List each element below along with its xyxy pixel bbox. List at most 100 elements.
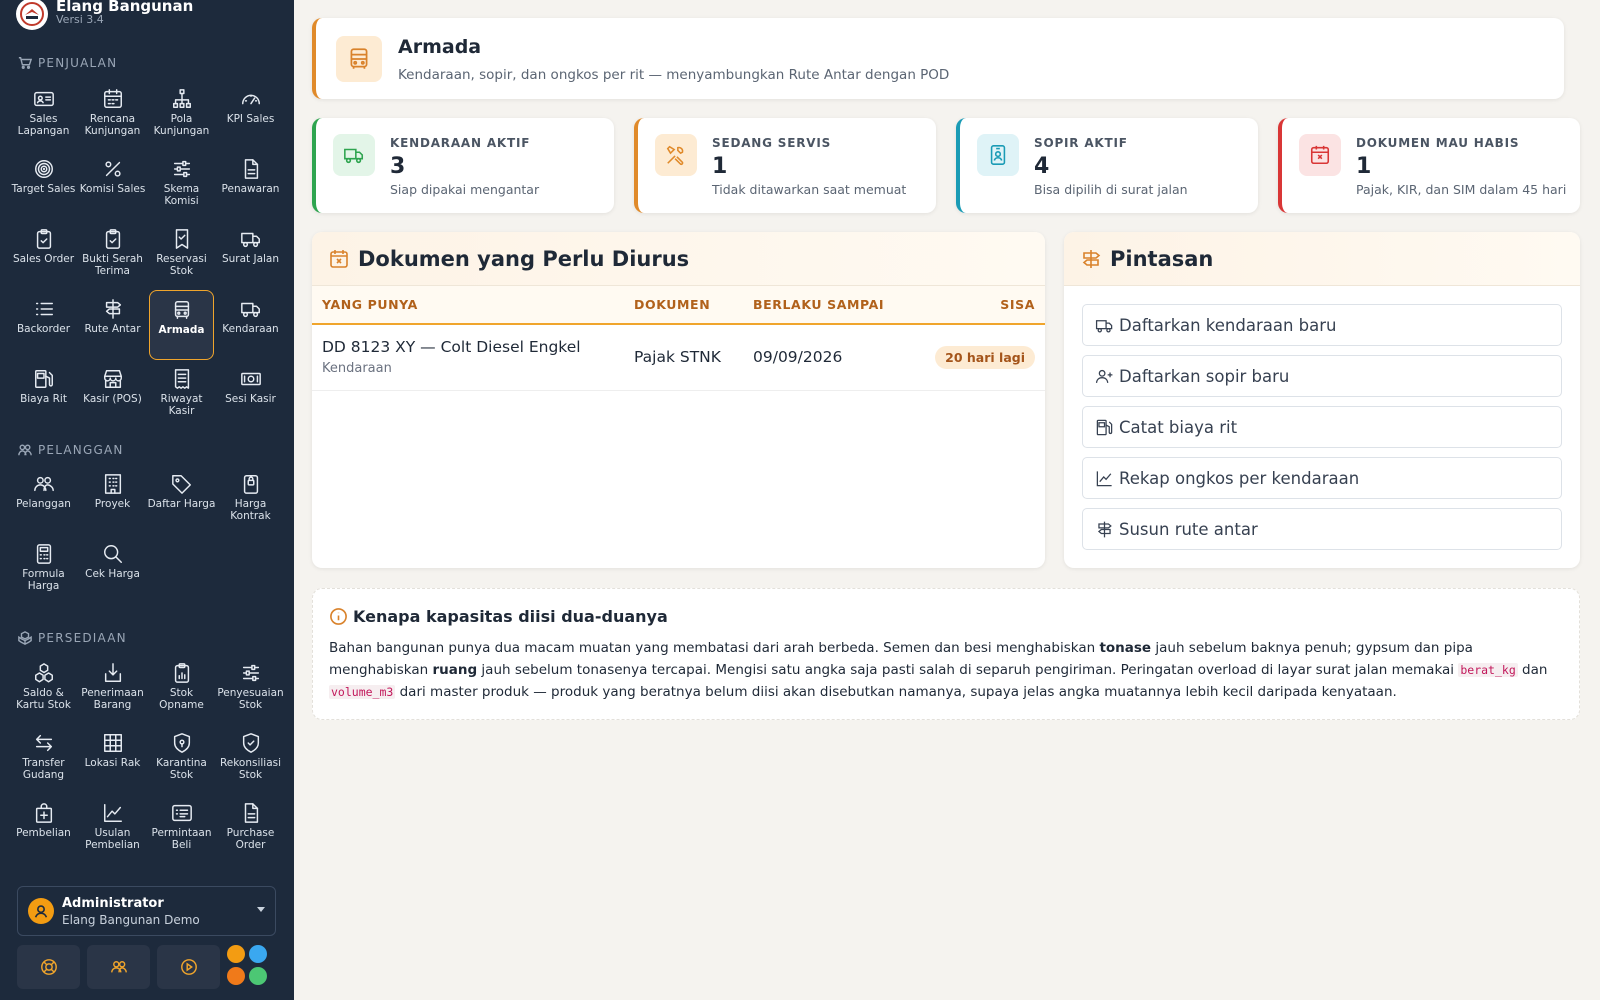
section-title-penjualan: PENJUALAN [18,56,117,70]
document-icon [244,803,258,823]
sidebar-item-penawaran[interactable]: Penawaran [216,150,285,220]
sidebar-item-kasir-pos[interactable]: Kasir (POS) [78,360,147,430]
sidebar-item-label: Sesi Kasir [225,393,276,405]
truck-icon [240,232,260,248]
sidebar-item-skema-komisi[interactable]: Skema Komisi [147,150,216,220]
sidebar-item-sales-lapangan[interactable]: Sales Lapangan [9,80,78,150]
clipboard-check-icon [105,229,120,249]
theme-color-picker[interactable] [227,945,271,989]
sidebar-item-surat-jalan[interactable]: Surat Jalan [216,220,285,290]
sidebar-item-saldo-kartu-stok[interactable]: Saldo & Kartu Stok [9,654,78,724]
sidebar-item-purchase-order[interactable]: Purchase Order [216,794,285,864]
nav-grid-penjualan: Sales Lapangan Rencana Kunjungan Pola Kunj… [9,80,285,430]
sidebar-item-kpi-sales[interactable]: KPI Sales [216,80,285,150]
sidebar-item-proyek[interactable]: Proyek [78,465,147,535]
color-dot [227,945,245,963]
sidebar-item-penyesuaian-stok[interactable]: Penyesuaian Stok [216,654,285,724]
sidebar-item-label: Pembelian [16,827,71,839]
stat-value: 3 [390,154,406,179]
arrows-exchange-icon [35,734,52,752]
sidebar-item-sales-order[interactable]: Sales Order [9,220,78,290]
sidebar-item-rekonsiliasi-stok[interactable]: Rekonsiliasi Stok [216,724,285,794]
sidebar-item-armada[interactable]: Armada [149,290,214,360]
sidebar-item-label: Pola Kunjungan [153,113,210,137]
sidebar-item-komisi-sales[interactable]: Komisi Sales [78,150,147,220]
sidebar-item-rencana-kunjungan[interactable]: Rencana Kunjungan [78,80,147,150]
shortcut-label: Daftarkan kendaraan baru [1119,315,1337,335]
sidebar-item-backorder[interactable]: Backorder [9,290,78,360]
sidebar-item-kendaraan[interactable]: Kendaraan [216,290,285,360]
sidebar-item-label: Cek Harga [85,568,140,580]
signpost-icon [105,299,121,319]
user-avatar-icon [28,898,54,924]
sidebar-item-target-sales[interactable]: Target Sales [9,150,78,220]
shortcut-label: Daftarkan sopir baru [1119,366,1290,386]
page-title: Armada [398,36,482,58]
sidebar-item-label: Harga Kontrak [230,498,271,522]
sidebar-item-pola-kunjungan[interactable]: Pola Kunjungan [147,80,216,150]
sidebar-item-transfer-gudang[interactable]: Transfer Gudang [9,724,78,794]
signpost-icon [1097,521,1112,537]
table-row[interactable]: DD 8123 XY — Colt Diesel Engkel Kendaraa… [312,324,1045,391]
sidebar-item-reservasi-stok[interactable]: Reservasi Stok [147,220,216,290]
color-dot [249,967,267,985]
sidebar-item-riwayat-kasir[interactable]: Riwayat Kasir [147,360,216,430]
person-plus-icon [1095,369,1113,383]
column-header-owner: YANG PUNYA [312,286,624,325]
sidebar-item-formula-harga[interactable]: Formula Harga [9,535,78,605]
sidebar-item-label: Armada [158,324,205,336]
sidebar-item-daftar-harga[interactable]: Daftar Harga [147,465,216,535]
diagram-icon [172,89,191,108]
sidebar-item-label: Lokasi Rak [84,757,141,769]
sidebar-item-bukti-serah-terima[interactable]: Bukti Serah Terima [78,220,147,290]
shield-check-icon [242,733,259,753]
sidebar-item-permintaan-beli[interactable]: Permintaan Beli [147,794,216,864]
documents-panel-title: Dokumen yang Perlu Diurus [358,246,690,271]
bus-icon [174,301,189,319]
sidebar-item-karantina-stok[interactable]: Karantina Stok [147,724,216,794]
sidebar-item-label: Formula Harga [22,568,65,592]
stat-card-dokumen-mau-habis[interactable]: DOKUMEN MAU HABIS 1 Pajak, KIR, dan SIM da… [1278,118,1580,213]
user-menu[interactable]: Administrator Elang Bangunan Demo [17,886,276,936]
shortcut-button-rekap-ongkos-per-kendaraan[interactable]: Rekap ongkos per kendaraan [1082,457,1562,499]
shortcut-button-daftarkan-sopir-baru[interactable]: Daftarkan sopir baru [1082,355,1562,397]
sidebar-item-label: Penerimaan Barang [81,687,144,711]
tour-button[interactable] [157,945,220,989]
shortcut-button-daftarkan-kendaraan-baru[interactable]: Daftarkan kendaraan baru [1082,304,1562,346]
stat-value: 1 [1356,154,1372,179]
sidebar-item-sesi-kasir[interactable]: Sesi Kasir [216,360,285,430]
remaining-badge: 20 hari lagi [935,345,1035,369]
help-button[interactable] [17,945,80,989]
team-button[interactable] [87,945,150,989]
sidebar-item-rute-antar[interactable]: Rute Antar [78,290,147,360]
signpost-icon [1082,249,1101,268]
stat-card-kendaraan-aktif[interactable]: KENDARAAN AKTIF 3 Siap dipakai mengantar [312,118,614,213]
sidebar-item-biaya-rit[interactable]: Biaya Rit [9,360,78,430]
section-title-persediaan: PERSEDIAAN [18,631,127,645]
sidebar-item-pembelian[interactable]: Pembelian [9,794,78,864]
sidebar-item-lokasi-rak[interactable]: Lokasi Rak [78,724,147,794]
sidebar-item-label: Backorder [16,323,71,335]
stat-card-sopir-aktif[interactable]: SOPIR AKTIF 4 Bisa dipilih di surat jalan [956,118,1258,213]
sidebar-item-label: Saldo & Kartu Stok [16,687,71,711]
target-icon [34,160,53,178]
sidebar-item-harga-kontrak[interactable]: Harga Kontrak [216,465,285,535]
stat-value: 1 [712,154,728,179]
sidebar-item-label: Penawaran [221,183,280,195]
shortcut-button-catat-biaya-rit[interactable]: Catat biaya rit [1082,406,1562,448]
cart-icon [18,57,32,69]
sidebar-item-penerimaan-barang[interactable]: Penerimaan Barang [78,654,147,724]
brand[interactable]: Elang Bangunan Versi 3.4 [16,0,193,32]
sidebar-item-label: Penyesuaian Stok [217,687,284,711]
sidebar-item-cek-harga[interactable]: Cek Harga [78,535,147,605]
stat-value: 4 [1034,154,1050,179]
sidebar-item-stok-opname[interactable]: Stok Opname [147,654,216,724]
sidebar-item-label: Daftar Harga [147,498,216,510]
cell-owner: DD 8123 XY — Colt Diesel Engkel Kendaraa… [312,324,624,391]
sidebar-item-label: Biaya Rit [20,393,67,405]
sidebar-item-usulan-pembelian[interactable]: Usulan Pembelian [78,794,147,864]
sidebar-item-pelanggan[interactable]: Pelanggan [9,465,78,535]
sidebar-item-label: Sales Order [12,253,75,265]
stat-card-sedang-servis[interactable]: SEDANG SERVIS 1 Tidak ditawarkan saat memu… [634,118,936,213]
shortcut-button-susun-rute-antar[interactable]: Susun rute antar [1082,508,1562,550]
